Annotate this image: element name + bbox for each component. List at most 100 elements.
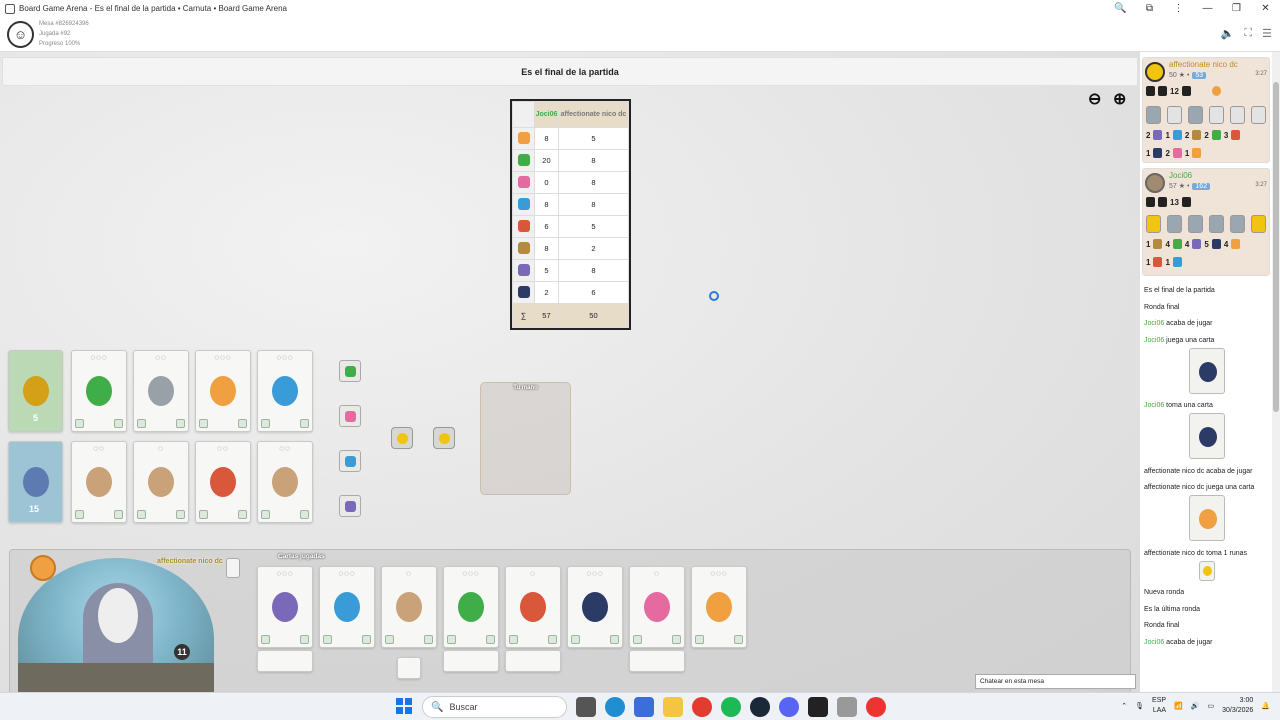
symbol-icon (695, 635, 704, 644)
stacked-card[interactable] (629, 650, 685, 672)
played-card[interactable]: ◌◌◌ (257, 566, 313, 648)
browser-search-icon[interactable]: 🔍 (1106, 3, 1135, 14)
card-art-icon (210, 467, 236, 497)
score-row-icon-cell (512, 237, 535, 260)
played-card[interactable]: ◌◌◌ (319, 566, 375, 648)
score-player2: 8 (557, 171, 630, 194)
log-player[interactable]: Joci06 (1144, 337, 1164, 344)
log-player[interactable]: Joci06 (1144, 320, 1164, 327)
sun-rune[interactable] (391, 427, 413, 449)
market-card[interactable]: ◌◌ (195, 441, 251, 523)
volume-icon[interactable]: 🔊 (1191, 702, 1200, 710)
fullscreen-icon[interactable]: ⛶ (1244, 27, 1252, 40)
minimize-button[interactable]: — (1193, 3, 1222, 14)
extensions-icon[interactable]: ⧉ (1135, 3, 1164, 14)
chevron-up-icon[interactable]: ⌃ (1121, 702, 1127, 710)
log-player[interactable]: affectionate nico dc (1144, 468, 1204, 475)
card-footer (75, 510, 123, 520)
log-player[interactable]: Joci06 (1144, 402, 1164, 409)
taskbar-search[interactable]: 🔍 Buscar (422, 696, 567, 718)
log-card-thumbnail[interactable] (1189, 413, 1225, 459)
copilot-icon[interactable] (634, 697, 654, 717)
sun-rune[interactable] (433, 427, 455, 449)
edge-icon[interactable] (605, 697, 625, 717)
market-card[interactable]: ◌◌ (71, 441, 127, 523)
symbol-icon (323, 635, 332, 644)
log-player[interactable]: Joci06 (1144, 639, 1164, 646)
task-view-icon[interactable] (576, 697, 596, 717)
mouse-cursor (706, 291, 720, 305)
log-entry: Joci06 acaba de jugar (1144, 319, 1270, 328)
market-card[interactable]: ◌◌ (257, 441, 313, 523)
card-count: 15 (29, 504, 40, 514)
score-player1: 8 (534, 127, 559, 150)
battery-icon[interactable]: ▭ (1208, 702, 1215, 710)
windows-start-icon[interactable] (396, 698, 412, 714)
log-card-thumbnail[interactable] (1189, 495, 1225, 541)
chrome-icon[interactable] (692, 697, 712, 717)
market-card[interactable]: ◌◌◌ (71, 350, 127, 432)
player-name[interactable]: Joci06 (1169, 171, 1192, 180)
cauldron-silver-card[interactable]: 15 (8, 441, 63, 523)
file-explorer-icon[interactable] (663, 697, 683, 717)
stacked-card[interactable] (257, 650, 313, 672)
close-button[interactable]: ✕ (1251, 3, 1280, 14)
score-row: 82 (512, 237, 630, 260)
symbol-token[interactable] (339, 450, 361, 472)
stacked-card[interactable] (443, 650, 499, 672)
chat-input[interactable]: Chatear en esta mesa (975, 674, 1136, 689)
game-app-icon[interactable] (837, 697, 857, 717)
sound-icon[interactable]: 🔈 (1221, 27, 1235, 40)
played-card[interactable]: ◌◌◌ (443, 566, 499, 648)
card-footer (137, 510, 185, 520)
system-tray: ⌃ 🎙 ESP LAA 📶 🔊 ▭ 3:00 30/3/2026 🔔 (1121, 696, 1270, 716)
spotify-icon[interactable] (721, 697, 741, 717)
clock[interactable]: 3:00 30/3/2026 (1222, 696, 1253, 716)
symbol-token[interactable] (339, 360, 361, 382)
card-cost: ◌◌◌ (214, 353, 232, 362)
market-card[interactable]: ◌◌◌ (195, 350, 251, 432)
maximize-button[interactable]: ❐ (1222, 3, 1251, 14)
symbol-icon (509, 635, 518, 644)
recorder-icon[interactable] (866, 697, 886, 717)
cauldron-gold-card[interactable]: 5 (8, 350, 63, 432)
avatar (1145, 173, 1165, 193)
card-footer (447, 635, 495, 645)
symbol-token[interactable] (339, 405, 361, 427)
played-card[interactable]: ◌ (629, 566, 685, 648)
points-icon (300, 635, 309, 644)
discord-icon[interactable] (779, 697, 799, 717)
first-player-token-icon (30, 555, 56, 581)
market-card[interactable]: ◌◌◌ (257, 350, 313, 432)
steam-icon[interactable] (750, 697, 770, 717)
played-card[interactable]: ◌ (505, 566, 561, 648)
scrollbar[interactable] (1272, 52, 1280, 692)
played-card[interactable]: ◌◌◌ (691, 566, 747, 648)
menu-icon[interactable]: ⋮ (1164, 3, 1193, 14)
log-card-thumbnail[interactable] (1199, 560, 1215, 581)
market-card[interactable]: ◌◌ (133, 350, 189, 432)
notification-icon[interactable]: 🔔 (1261, 702, 1270, 710)
log-player[interactable]: affectionate nico dc (1144, 484, 1204, 491)
bga-logo[interactable]: ☺ (7, 21, 34, 48)
feather-token[interactable] (397, 657, 421, 679)
played-card[interactable]: ◌ (381, 566, 437, 648)
log-card-thumbnail[interactable] (1189, 347, 1225, 394)
zoom-out-icon[interactable]: ⊖ (1088, 89, 1101, 109)
microphone-icon[interactable]: 🎙 (1135, 702, 1144, 710)
market-card[interactable]: ◌ (133, 441, 189, 523)
epic-games-icon[interactable] (808, 697, 828, 717)
language-indicator[interactable]: ESP LAA (1152, 696, 1166, 716)
symbol-token[interactable] (339, 495, 361, 517)
zoom-in-icon[interactable]: ⊕ (1113, 89, 1126, 109)
score-player2: 8 (557, 259, 630, 282)
hamburger-menu-icon[interactable]: ☰ (1262, 27, 1272, 40)
score-header-player2: affectionate nico dc (557, 101, 630, 128)
stacked-card[interactable] (505, 650, 561, 672)
wifi-icon[interactable]: 📶 (1174, 702, 1183, 710)
flower-icon (517, 175, 530, 188)
player-name[interactable]: affectionate nico dc (1169, 60, 1238, 69)
score-row: 88 (512, 193, 630, 216)
log-player[interactable]: affectionate nico dc (1144, 550, 1204, 557)
played-card[interactable]: ◌◌◌ (567, 566, 623, 648)
